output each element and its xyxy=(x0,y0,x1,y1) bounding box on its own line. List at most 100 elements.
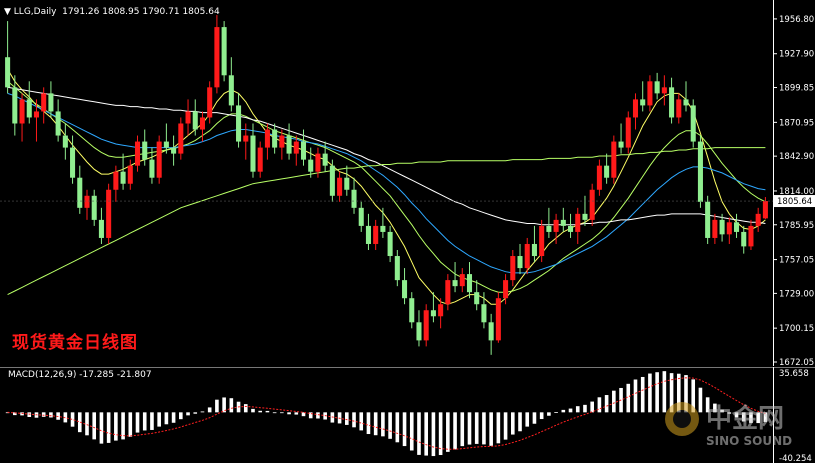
macd-bar xyxy=(460,412,465,447)
candle-down xyxy=(618,141,624,148)
candle-down xyxy=(697,141,703,202)
macd-bar xyxy=(157,412,161,427)
macd-bar xyxy=(150,412,154,430)
candle-down xyxy=(654,81,660,94)
candle-up xyxy=(156,141,162,178)
candle-down xyxy=(531,243,537,257)
macd-histogram-value: -21.807 xyxy=(116,370,152,380)
macd-bar xyxy=(345,412,349,425)
macd-bar xyxy=(612,390,616,413)
macd-bar xyxy=(503,412,508,440)
price-tick-label: 1785.95 xyxy=(779,221,814,231)
macd-bar xyxy=(489,412,493,446)
candle-down xyxy=(192,111,198,130)
macd-bar xyxy=(575,406,580,413)
candle-up xyxy=(589,189,595,220)
macd-bar xyxy=(27,412,32,417)
macd-bar xyxy=(258,410,263,413)
candle-up xyxy=(503,280,509,299)
macd-bar xyxy=(164,412,169,425)
candle-down xyxy=(351,189,357,208)
candle-down xyxy=(683,99,689,106)
candle-down xyxy=(741,231,747,247)
candle-down xyxy=(416,322,422,341)
candle-up xyxy=(524,243,530,269)
candle-down xyxy=(236,105,242,142)
candle-down xyxy=(308,159,314,172)
macd-bar xyxy=(604,395,609,413)
candle-up xyxy=(661,87,667,94)
candle-up xyxy=(264,129,270,148)
candle-up xyxy=(676,99,682,118)
candle-down xyxy=(91,195,97,220)
macd-bar xyxy=(626,383,631,413)
candle-down xyxy=(517,256,523,269)
moving-average-line xyxy=(7,80,766,293)
macd-bar xyxy=(518,412,522,432)
macd-bar xyxy=(352,412,356,428)
macd-bar xyxy=(287,412,291,415)
candle-up xyxy=(438,304,444,317)
candle-down xyxy=(568,225,574,232)
macd-bar xyxy=(467,412,472,445)
candle-down xyxy=(12,87,18,124)
candle-up xyxy=(315,153,321,172)
candle-down xyxy=(98,219,104,238)
candle-down xyxy=(690,105,696,142)
macd-signal-line xyxy=(7,377,766,450)
candle-down xyxy=(221,27,227,76)
candle-down xyxy=(286,135,292,154)
macd-signal-value: -17.285 xyxy=(79,370,114,380)
candle-up xyxy=(243,135,249,142)
macd-bar xyxy=(496,412,501,444)
candle-down xyxy=(250,135,256,172)
candle-up xyxy=(293,141,299,154)
macd-bar xyxy=(583,404,587,413)
price-axis-line xyxy=(773,0,774,366)
macd-bar xyxy=(85,412,89,436)
candle-up xyxy=(726,222,732,235)
macd-bar xyxy=(525,412,530,427)
candle-down xyxy=(48,93,54,112)
candle-up xyxy=(84,195,90,208)
macd-bar xyxy=(251,408,255,413)
macd-bar xyxy=(655,372,659,413)
candle-down xyxy=(560,219,566,226)
candle-up xyxy=(625,117,631,148)
candle-up xyxy=(748,225,754,247)
price-chart[interactable]: 1956.801927.901899.851870.951842.901814.… xyxy=(0,0,815,366)
macd-bar xyxy=(510,412,515,435)
macd-bar xyxy=(106,412,111,443)
macd-bar xyxy=(243,404,248,413)
candle-down xyxy=(26,99,32,118)
watermark-cn: 中金网 xyxy=(706,403,784,434)
candle-down xyxy=(272,129,278,148)
macd-bar xyxy=(633,379,638,413)
macd-bar xyxy=(453,412,457,450)
macd-bar xyxy=(99,412,104,444)
macd-bar xyxy=(215,399,219,413)
candle-down xyxy=(171,147,177,154)
candle-down xyxy=(488,322,494,341)
price-tick-label: 1757.05 xyxy=(779,256,814,266)
candle-up xyxy=(575,213,581,232)
candle-down xyxy=(120,171,126,184)
macd-bar xyxy=(590,401,594,413)
candle-up xyxy=(445,280,451,305)
candle-up xyxy=(632,99,639,118)
candle-down xyxy=(640,99,646,106)
price-tick-label: 1899.85 xyxy=(779,84,814,94)
macd-bar xyxy=(294,412,299,415)
candle-down xyxy=(70,147,76,178)
macd-bar xyxy=(446,412,450,452)
candle-down xyxy=(228,75,234,106)
candle-down xyxy=(705,201,711,238)
candle-down xyxy=(387,231,393,257)
candle-down xyxy=(669,87,675,118)
candle-up xyxy=(755,213,761,226)
candle-up xyxy=(539,225,545,257)
watermark-logo: 中金网 SINO SOUND xyxy=(665,402,792,448)
candle-down xyxy=(358,207,364,226)
price-tick-label: 1927.90 xyxy=(779,50,814,60)
candle-up xyxy=(373,225,379,244)
